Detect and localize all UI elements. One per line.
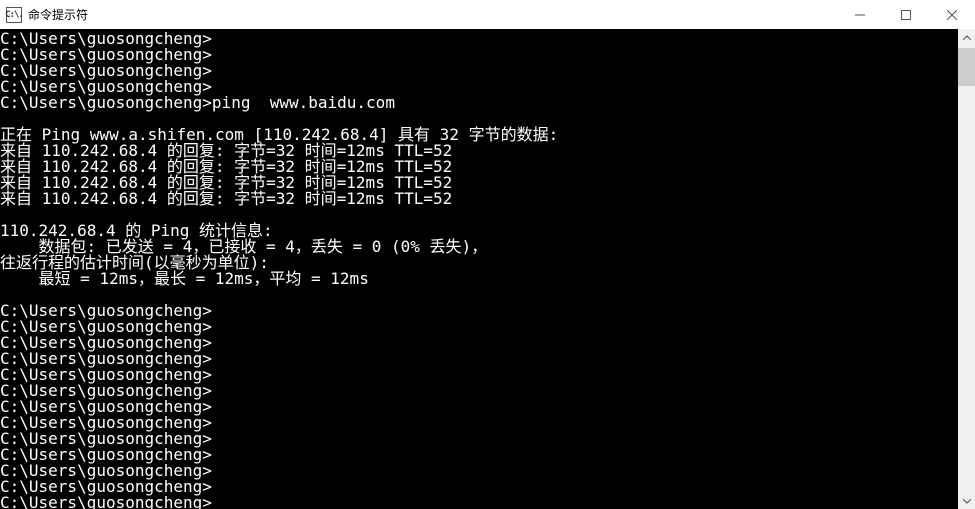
- terminal-area: C:\Users\guosongcheng> C:\Users\guosongch…: [0, 29, 975, 509]
- cmd-icon: C:\.: [6, 7, 22, 23]
- window-controls: [837, 0, 975, 29]
- scroll-track[interactable]: [958, 46, 975, 492]
- chevron-up-icon: [963, 34, 971, 42]
- maximize-button[interactable]: [883, 0, 929, 29]
- minimize-icon: [855, 10, 865, 20]
- scroll-thumb[interactable]: [958, 48, 975, 86]
- close-icon: [947, 10, 957, 20]
- chevron-down-icon: [963, 497, 971, 505]
- terminal-line: C:\Users\guosongcheng>: [0, 495, 958, 509]
- titlebar[interactable]: C:\. 命令提示符: [0, 0, 975, 29]
- scroll-down-button[interactable]: [958, 492, 975, 509]
- maximize-icon: [901, 10, 911, 20]
- terminal-line: 最短 = 12ms，最长 = 12ms，平均 = 12ms: [0, 271, 958, 287]
- terminal-output[interactable]: C:\Users\guosongcheng> C:\Users\guosongch…: [0, 29, 958, 509]
- scroll-up-button[interactable]: [958, 29, 975, 46]
- close-button[interactable]: [929, 0, 975, 29]
- terminal-line: 来自 110.242.68.4 的回复: 字节=32 时间=12ms TTL=5…: [0, 191, 958, 207]
- vertical-scrollbar[interactable]: [958, 29, 975, 509]
- minimize-button[interactable]: [837, 0, 883, 29]
- terminal-line: C:\Users\guosongcheng>ping www.baidu.com: [0, 95, 958, 111]
- window-title: 命令提示符: [28, 6, 88, 23]
